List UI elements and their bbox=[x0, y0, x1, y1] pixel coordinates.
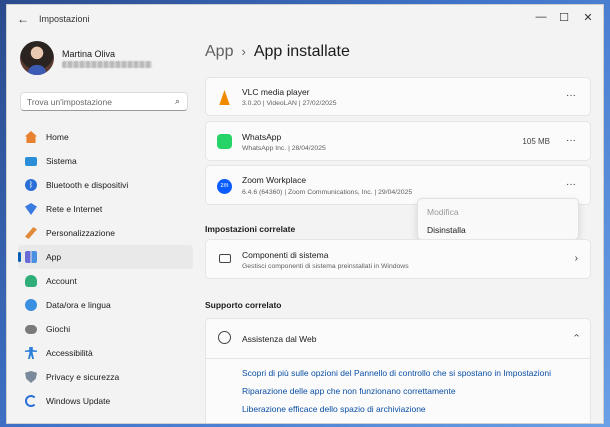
sidebar-nav: Home Sistema ᛒ Bluetooth e dispositivi R… bbox=[18, 125, 193, 413]
minimize-icon[interactable]: — bbox=[534, 11, 548, 23]
sidebar-item-account[interactable]: Account bbox=[18, 269, 193, 293]
breadcrumb: App › App installate bbox=[205, 43, 350, 61]
breadcrumb-parent[interactable]: App bbox=[205, 43, 233, 60]
search-icon[interactable]: ⌕ bbox=[175, 96, 180, 107]
zoom-icon: zm bbox=[217, 179, 232, 194]
globe-icon bbox=[218, 331, 231, 344]
sidebar-item-accessibilita[interactable]: Accessibilità bbox=[18, 341, 193, 365]
shield-icon bbox=[25, 371, 37, 383]
page-title: App installate bbox=[253, 43, 350, 60]
accessibility-icon bbox=[25, 347, 37, 359]
more-options-button[interactable]: ··· bbox=[566, 135, 576, 146]
search-input[interactable]: Trova un'impostazione ⌕ bbox=[20, 92, 188, 111]
search-placeholder: Trova un'impostazione bbox=[27, 97, 112, 107]
chevron-right-icon: › bbox=[574, 253, 578, 264]
user-email-redacted bbox=[62, 61, 152, 68]
chevron-up-icon[interactable]: › bbox=[571, 334, 582, 337]
sidebar-item-privacy[interactable]: Privacy e sicurezza bbox=[18, 365, 193, 389]
user-name: Martina Oliva bbox=[62, 49, 116, 59]
bluetooth-icon: ᛒ bbox=[25, 179, 37, 191]
related-support-heading: Supporto correlato bbox=[205, 300, 282, 310]
window-title: Impostazioni bbox=[39, 14, 90, 24]
help-link[interactable]: Liberazione efficace dello spazio di arc… bbox=[242, 404, 426, 414]
person-icon bbox=[25, 275, 37, 287]
globe-clock-icon bbox=[25, 299, 37, 311]
close-icon[interactable]: ✕ bbox=[581, 11, 595, 24]
home-icon bbox=[25, 131, 37, 143]
app-row-vlc: VLC media player 3.0.20 | VideoLAN | 27/… bbox=[205, 77, 591, 116]
sidebar-item-data-ora[interactable]: Data/ora e lingua bbox=[18, 293, 193, 317]
settings-window: ← Impostazioni — ☐ ✕ Martina Oliva Trova… bbox=[6, 4, 604, 424]
sidebar-item-giochi[interactable]: Giochi bbox=[18, 317, 193, 341]
more-options-button[interactable]: ··· bbox=[566, 90, 576, 101]
breadcrumb-separator: › bbox=[241, 44, 246, 59]
sidebar-item-personalizzazione[interactable]: Personalizzazione bbox=[18, 221, 193, 245]
wifi-icon bbox=[25, 203, 37, 215]
vlc-icon bbox=[219, 90, 230, 105]
related-settings-heading: Impostazioni correlate bbox=[205, 224, 296, 234]
help-link[interactable]: Riparazione delle app che non funzionano… bbox=[242, 386, 456, 396]
whatsapp-icon bbox=[217, 134, 232, 149]
app-context-menu: Modifica Disinstalla bbox=[417, 198, 579, 240]
app-row-whatsapp: WhatsApp WhatsApp Inc. | 28/04/2025 105 … bbox=[205, 121, 591, 161]
maximize-icon[interactable]: ☐ bbox=[557, 11, 571, 24]
app-size: 105 MB bbox=[522, 137, 550, 146]
brush-icon bbox=[25, 227, 37, 239]
menu-item-disinstalla[interactable]: Disinstalla bbox=[427, 225, 466, 235]
sidebar-item-windows-update[interactable]: Windows Update bbox=[18, 389, 193, 413]
sidebar-item-rete[interactable]: Rete e Internet bbox=[18, 197, 193, 221]
monitor-icon bbox=[25, 157, 37, 166]
system-components-row[interactable]: Componenti di sistema Gestisci component… bbox=[205, 239, 591, 279]
sidebar-item-home[interactable]: Home bbox=[18, 125, 193, 149]
sidebar-item-sistema[interactable]: Sistema bbox=[18, 149, 193, 173]
help-link[interactable]: Scopri di più sulle opzioni del Pannello… bbox=[242, 368, 551, 378]
avatar[interactable] bbox=[20, 41, 54, 75]
web-help-header[interactable]: Assistenza dal Web › bbox=[206, 319, 590, 359]
more-options-button[interactable]: ··· bbox=[566, 179, 576, 190]
sidebar-item-app[interactable]: App bbox=[18, 245, 193, 269]
apps-icon bbox=[25, 251, 37, 263]
sidebar-item-bluetooth[interactable]: ᛒ Bluetooth e dispositivi bbox=[18, 173, 193, 197]
gamepad-icon bbox=[25, 325, 37, 334]
title-bar: ← Impostazioni — ☐ ✕ bbox=[7, 5, 603, 33]
back-arrow-icon[interactable]: ← bbox=[17, 12, 29, 26]
update-icon bbox=[25, 395, 37, 407]
components-icon bbox=[219, 254, 231, 263]
menu-item-modifica: Modifica bbox=[427, 207, 459, 217]
